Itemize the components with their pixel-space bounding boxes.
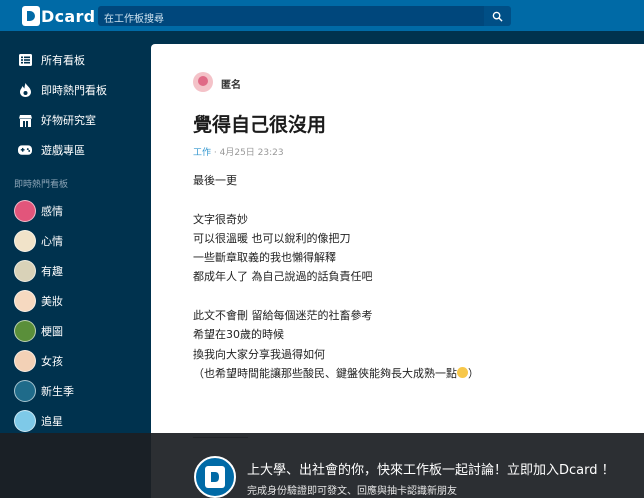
board-label: 女孩 (41, 355, 63, 368)
post-line-with-emoji: （也希望時間能讓那些酸民、鍵盤俠能夠長大成熟一點） (193, 366, 479, 380)
sidebar-item-label: 所有看板 (41, 54, 85, 67)
dcard-logo-icon (22, 6, 40, 26)
post-line (193, 403, 623, 422)
post-line (193, 190, 623, 209)
post-line: 可以很溫暖 也可以銳利的像把刀 (193, 231, 351, 245)
board-label: 心情 (41, 235, 63, 248)
sidebar-item-label: 遊戲專區 (41, 144, 85, 157)
search-button[interactable] (484, 6, 511, 26)
post-line: 希望在30歲的時候 (193, 328, 284, 342)
post-meta: 工作 · 4月25日 23:23 (193, 145, 284, 158)
sidebar-board-girl[interactable]: 女孩 (0, 346, 150, 376)
board-avatar (14, 230, 36, 252)
board-avatar (14, 200, 36, 222)
post-timestamp: 4月25日 23:23 (219, 148, 284, 158)
top-bar: Dcard 在工作板搜尋 (0, 0, 644, 31)
post-category-link[interactable]: 工作 (193, 148, 211, 158)
board-label: 追星 (41, 415, 63, 428)
board-avatar (14, 350, 36, 372)
board-avatar (14, 410, 36, 432)
banner-subtitle: 完成身份驗證即可發文、回應與抽卡認識新朋友 (247, 486, 457, 497)
sidebar-board-meme[interactable]: 梗圖 (0, 316, 150, 346)
sidebar-board-funny[interactable]: 有趣 (0, 256, 150, 286)
sidebar-item-label: 好物研究室 (41, 114, 96, 127)
board-label: 梗圖 (41, 325, 63, 338)
banner-title: 上大學、出社會的你，快來工作板一起討論！立即加入Dcard ！ (247, 463, 615, 478)
sidebar-board-mood[interactable]: 心情 (0, 226, 150, 256)
post-line: 換我向大家分享我過得如何 (193, 347, 325, 361)
signup-banner[interactable]: 上大學、出社會的你，快來工作板一起討論！立即加入Dcard ！ 完成身份驗證即可… (0, 433, 644, 498)
smile-emoji-icon (457, 366, 468, 378)
board-label: 有趣 (41, 265, 63, 278)
sidebar: 所有看板 即時熱門看板 好物研究室 遊戲專區 即時熱門看板 感情 心情 有趣 美… (0, 31, 150, 498)
sidebar-board-relationship[interactable]: 感情 (0, 196, 150, 226)
board-avatar (14, 260, 36, 282)
post-card: 匿名 覺得自己很沒用 工作 · 4月25日 23:23 最後一更 文字很奇妙 可… (151, 44, 644, 498)
sidebar-item-games[interactable]: 遊戲專區 (0, 135, 150, 165)
sidebar-board-freshman[interactable]: 新生季 (0, 376, 150, 406)
post-title: 覺得自己很沒用 (193, 114, 327, 136)
post-line (193, 383, 623, 402)
post-content: 最後一更 文字很奇妙 可以很溫暖 也可以銳利的像把刀 一些斷章取義的我也懶得解釋… (193, 171, 623, 441)
sidebar-item-good-stuff[interactable]: 好物研究室 (0, 105, 150, 135)
post-line: 都成年人了 為自己說過的話負責任吧 (193, 270, 373, 284)
sidebar-item-hot-boards[interactable]: 即時熱門看板 (0, 75, 150, 105)
sidebar-item-all-boards[interactable]: 所有看板 (0, 45, 150, 75)
sidebar-board-makeup[interactable]: 美妝 (0, 286, 150, 316)
sidebar-item-label: 即時熱門看板 (41, 84, 107, 97)
board-avatar (14, 380, 36, 402)
section-title-hot-boards: 即時熱門看板 (14, 180, 69, 190)
post-line: 文字很奇妙 (193, 212, 248, 226)
dcard-logo[interactable]: Dcard (22, 5, 95, 27)
search-input[interactable]: 在工作板搜尋 (98, 6, 484, 26)
dcard-app-icon (194, 456, 236, 498)
board-label: 新生季 (41, 385, 74, 398)
board-avatar (14, 290, 36, 312)
flame-icon (18, 83, 32, 97)
board-label: 感情 (41, 205, 63, 218)
store-icon (18, 113, 32, 127)
list-icon (18, 53, 32, 67)
post-author: 匿名 (221, 80, 241, 91)
post-line: 一些斷章取義的我也懶得解釋 (193, 251, 336, 265)
sidebar-board-idol[interactable]: 追星 (0, 406, 150, 436)
post-line-text: （也希望時間能讓那些酸民、鍵盤俠能夠長大成熟一點 (193, 366, 457, 380)
search-icon (492, 11, 503, 22)
post-line (193, 287, 623, 306)
author-avatar (193, 72, 213, 92)
board-avatar (14, 320, 36, 342)
post-line: 最後一更 (193, 174, 237, 187)
board-label: 美妝 (41, 295, 63, 308)
logo-text: Dcard (41, 6, 96, 26)
gamepad-icon (18, 143, 32, 157)
post-line: 此文不會刪 留給每個迷茫的社畜參考 (193, 309, 373, 323)
